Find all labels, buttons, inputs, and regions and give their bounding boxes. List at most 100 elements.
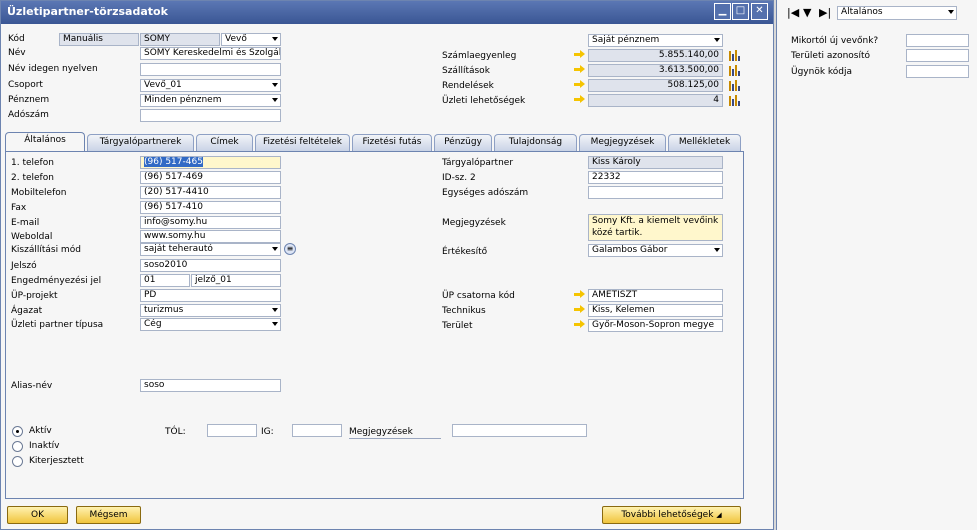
mikortol-field[interactable] — [906, 34, 969, 47]
jelszo-label: Jelszó — [11, 261, 37, 271]
list-icon[interactable]: ≡ — [284, 243, 296, 255]
penznem-label: Pénznem — [8, 95, 50, 105]
ugynok-field[interactable] — [906, 65, 969, 78]
status-megj-label: Megjegyzések — [349, 427, 413, 437]
nav-down-icon[interactable]: ▼ — [803, 6, 811, 19]
tab-altalanos[interactable]: Általános — [5, 132, 85, 152]
adoszam-label: Adószám — [8, 110, 49, 120]
targyalo-field[interactable]: Kiss Károly — [588, 156, 723, 169]
kod-type-select[interactable]: Vevő — [221, 33, 281, 46]
link-arrow-icon[interactable] — [574, 80, 585, 89]
status-inactive-radio[interactable] — [12, 441, 23, 452]
penznem-select[interactable]: Minden pénznem — [140, 94, 281, 107]
nav-next-icon[interactable]: ▶| — [819, 6, 831, 19]
engedmeny-field-2[interactable]: jelző_01 — [191, 274, 281, 287]
tel2-field[interactable]: (96) 517-469 — [140, 171, 281, 184]
tab-tulajdonsag[interactable]: Tulajdonság — [494, 134, 577, 151]
partner-tipus-label: Üzleti partner típusa — [11, 320, 104, 330]
jelszo-field[interactable]: soso2010 — [140, 259, 281, 272]
nav-first-icon[interactable]: |◀ — [787, 6, 799, 19]
link-arrow-icon[interactable] — [574, 320, 585, 329]
tab-mellekletek[interactable]: Mellékletek — [668, 134, 741, 151]
up-projekt-field[interactable]: PD — [140, 289, 281, 302]
tab-penzugy[interactable]: Pénzügy — [434, 134, 492, 151]
engedmeny-field-1[interactable]: 01 — [140, 274, 190, 287]
cancel-button[interactable]: Mégsem — [76, 506, 141, 524]
ok-button[interactable]: OK — [7, 506, 68, 524]
email-field[interactable]: info@somy.hu — [140, 216, 281, 229]
alias-field[interactable]: soso — [140, 379, 281, 392]
status-active-radio[interactable] — [12, 426, 23, 437]
more-options-button[interactable]: További lehetőségek ◢ — [602, 506, 741, 524]
tab-fizetesi-futas[interactable]: Fizetési futás — [352, 134, 432, 151]
tab-fizetesi-feltetelek[interactable]: Fizetési feltételek — [255, 134, 350, 151]
more-options-label: További lehetőségek — [621, 510, 714, 520]
link-arrow-icon[interactable] — [574, 290, 585, 299]
web-field[interactable]: www.somy.hu — [140, 230, 281, 243]
link-arrow-icon[interactable] — [574, 65, 585, 74]
kod-field[interactable]: SOMY — [140, 33, 220, 46]
partner-tipus-value: Cég — [144, 319, 162, 329]
agazat-label: Ágazat — [11, 306, 43, 316]
ig-field[interactable] — [292, 424, 342, 437]
rendelesek-field: 508.125,00 — [588, 79, 723, 92]
chevron-down-icon — [272, 322, 278, 326]
id2-field[interactable]: 22332 — [588, 171, 723, 184]
side-panel-select-value: Általános — [841, 7, 883, 17]
currency-select[interactable]: Saját pénznem — [588, 34, 723, 47]
status-extended-radio[interactable] — [12, 456, 23, 467]
mobil-field[interactable]: (20) 517-4410 — [140, 186, 281, 199]
csoport-value: Vevő_01 — [144, 80, 182, 90]
csoport-select[interactable]: Vevő_01 — [140, 79, 281, 92]
link-arrow-icon[interactable] — [574, 95, 585, 104]
terulet-field[interactable]: Győr-Moson-Sopron megye — [588, 319, 723, 332]
nev-field[interactable]: SOMY Kereskedelmi és Szolgálta — [140, 47, 281, 60]
ertekesito-value: Galambos Gábor — [592, 245, 668, 255]
kod-type-value: Vevő — [225, 34, 247, 44]
szallitasok-label: Szállítások — [442, 66, 490, 76]
engedmeny-label: Engedményezési jel — [11, 276, 102, 286]
link-arrow-icon[interactable] — [574, 305, 585, 314]
csatorna-field[interactable]: AMETISZT — [588, 289, 723, 302]
megjegyzesek-field[interactable]: Somy Kft. a kiemelt vevőink közé tartik. — [588, 214, 723, 241]
egyseges-field[interactable] — [588, 186, 723, 199]
chart-icon[interactable] — [728, 79, 740, 91]
status-inactive-label: Inaktív — [29, 441, 60, 451]
minimize-icon[interactable]: ▁ — [714, 3, 731, 20]
chart-icon[interactable] — [728, 49, 740, 61]
chevron-down-icon — [272, 37, 278, 41]
partner-tipus-select[interactable]: Cég — [140, 318, 281, 331]
status-active-label: Aktív — [29, 426, 52, 436]
chart-icon[interactable] — [728, 64, 740, 76]
link-arrow-icon[interactable] — [574, 50, 585, 59]
adoszam-field[interactable] — [140, 109, 281, 122]
chart-icon[interactable] — [728, 94, 740, 106]
fax-field[interactable]: (96) 517-410 — [140, 201, 281, 214]
tol-field[interactable] — [207, 424, 257, 437]
agazat-select[interactable]: turizmus — [140, 304, 281, 317]
tab-targyalopartnerek[interactable]: Tárgyalópartnerek — [87, 134, 194, 151]
chevron-down-icon — [272, 83, 278, 87]
ig-label: IG: — [261, 427, 274, 437]
targyalo-label: Tárgyalópartner — [442, 158, 514, 168]
tel1-field[interactable]: (96) 517-465 — [140, 156, 281, 169]
terulet-label: Terület — [442, 321, 473, 331]
szallitasi-select[interactable]: saját teherautó — [140, 243, 281, 256]
tab-cimek[interactable]: Címek — [196, 134, 253, 151]
technikus-field[interactable]: Kiss, Kelemen — [588, 304, 723, 317]
caret-icon: ◢ — [716, 511, 722, 519]
szamlaegyenleg-field: 5.855.140,00 — [588, 49, 723, 62]
close-icon[interactable]: ✕ — [751, 3, 768, 20]
ertekesito-select[interactable]: Galambos Gábor — [588, 244, 723, 257]
nev-idegen-label: Név idegen nyelven — [8, 64, 98, 74]
agazat-value: turizmus — [144, 305, 184, 315]
kod-series-field[interactable]: Manuális — [59, 33, 139, 46]
teruleti-field[interactable] — [906, 49, 969, 62]
nev-idegen-field[interactable] — [140, 63, 281, 76]
side-panel-select[interactable]: Általános — [837, 6, 957, 20]
maximize-icon[interactable]: □ — [732, 3, 749, 20]
tab-megjegyzesek[interactable]: Megjegyzések — [579, 134, 666, 151]
status-megj-field[interactable] — [452, 424, 587, 437]
teruleti-label: Területi azonosító — [791, 51, 871, 61]
megjegyzesek-label: Megjegyzések — [442, 218, 506, 228]
